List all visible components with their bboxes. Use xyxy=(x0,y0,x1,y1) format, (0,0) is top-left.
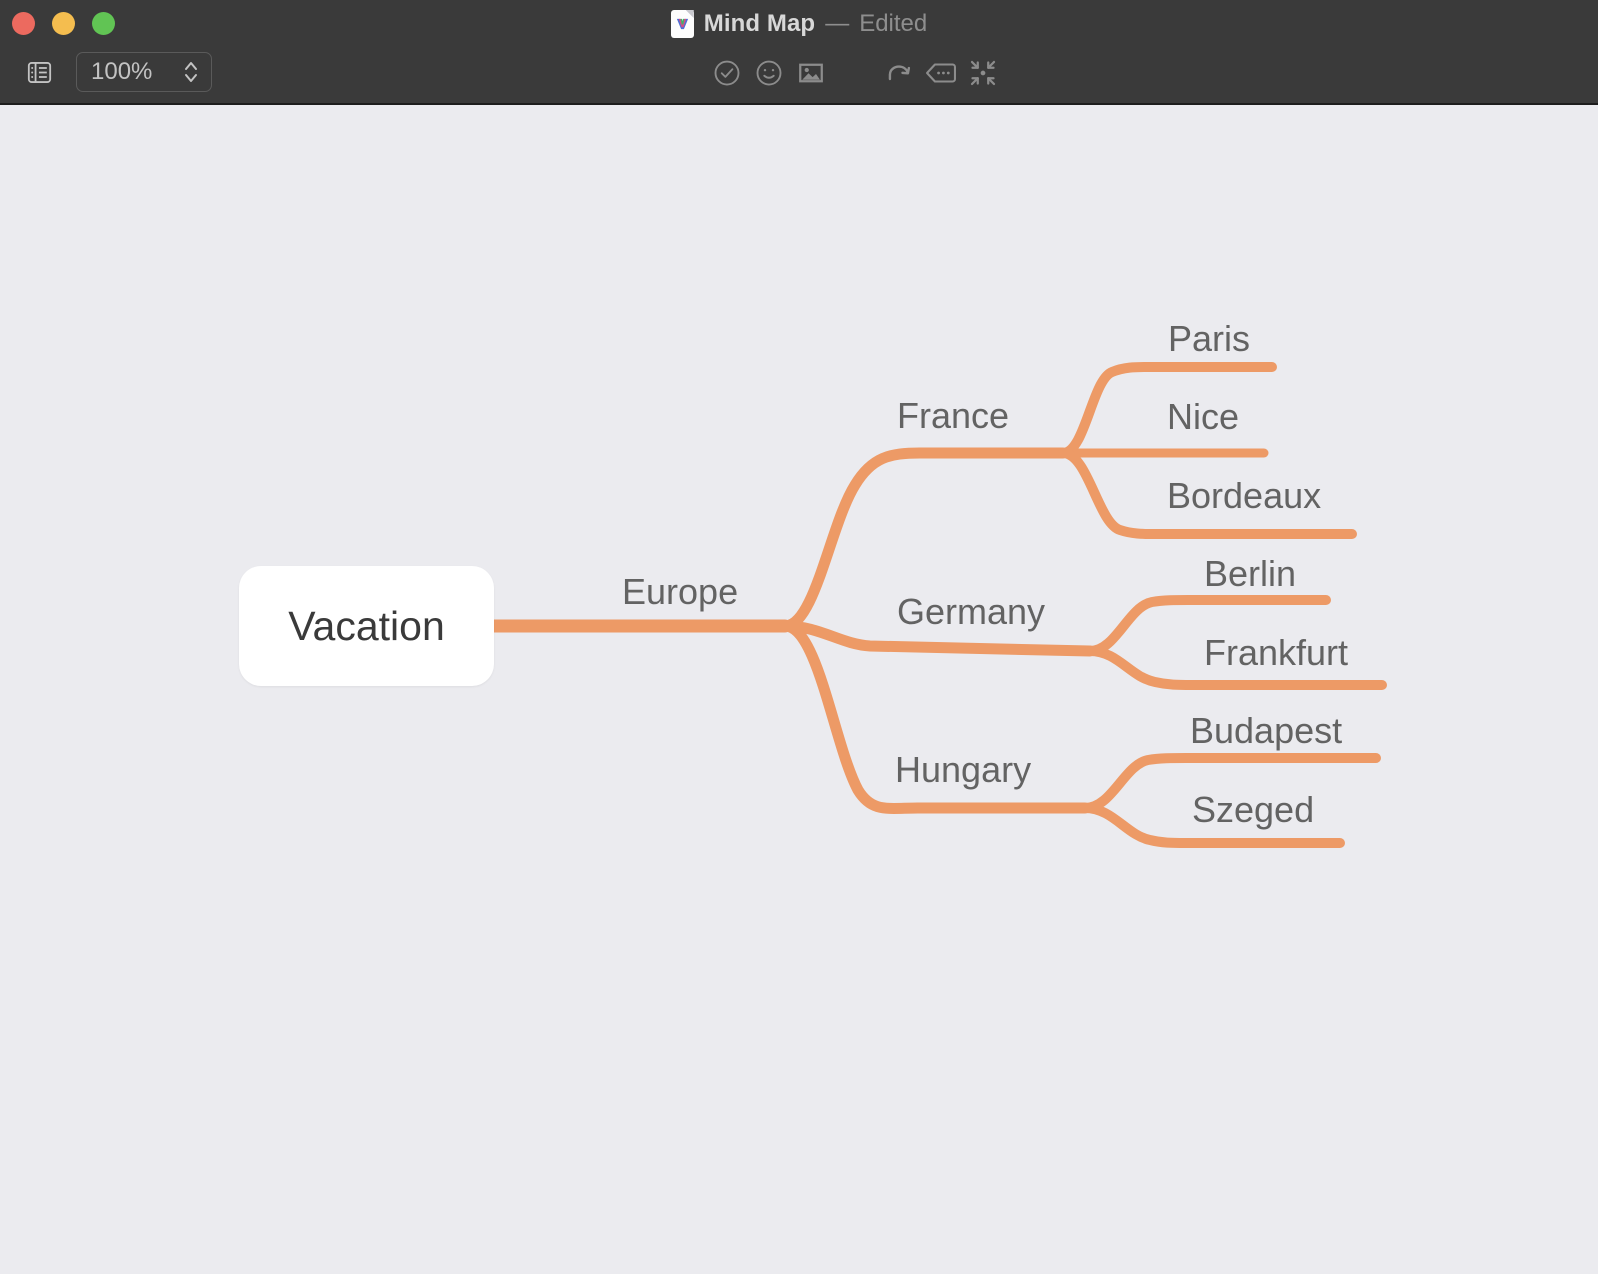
mindmap-node-hungary[interactable]: Hungary xyxy=(895,752,1031,788)
mindmap-canvas[interactable]: Vacation Europe France Paris Nice Bordea… xyxy=(0,105,1598,1274)
window-title-dash: — xyxy=(825,10,850,37)
focus-button[interactable] xyxy=(962,52,1004,94)
minimize-window-button[interactable] xyxy=(52,12,75,35)
image-icon xyxy=(799,63,823,83)
stepper-up-down-icon[interactable] xyxy=(183,59,199,85)
zoom-control-group: 100% xyxy=(24,52,212,92)
window-title-group: Mind Map — Edited xyxy=(0,8,1598,40)
mindmap-node-paris[interactable]: Paris xyxy=(1168,321,1250,357)
smiley-face-icon xyxy=(756,60,782,86)
mindmap-node-germany[interactable]: Germany xyxy=(897,594,1045,630)
focus-collapse-icon xyxy=(970,60,996,86)
redo-button[interactable] xyxy=(878,52,920,94)
maximize-window-button[interactable] xyxy=(92,12,115,35)
redo-arrow-icon xyxy=(888,65,911,81)
close-window-button[interactable] xyxy=(12,12,35,35)
mindmap-node-budapest[interactable]: Budapest xyxy=(1190,713,1342,749)
image-button[interactable] xyxy=(790,52,832,94)
mindmap-branches xyxy=(487,362,1387,848)
comment-bubble-icon xyxy=(926,63,956,83)
mindmap-node-france[interactable]: France xyxy=(897,398,1009,434)
mindmap-node-bordeaux[interactable]: Bordeaux xyxy=(1167,478,1321,514)
window-edited-status: Edited xyxy=(859,10,928,37)
mindmap-node-frankfurt[interactable]: Frankfurt xyxy=(1204,635,1348,671)
toolbar-actions xyxy=(706,52,1004,94)
app-logo-icon xyxy=(676,18,688,30)
mindmap-node-nice[interactable]: Nice xyxy=(1167,399,1239,435)
traffic-lights xyxy=(12,12,115,35)
note-button[interactable] xyxy=(920,52,962,94)
task-button[interactable] xyxy=(706,52,748,94)
stepper-arrows-glyph xyxy=(185,62,197,82)
mindmap-node-berlin[interactable]: Berlin xyxy=(1204,556,1296,592)
checkmark-circle-icon xyxy=(714,60,740,86)
titlebar: Mind Map — Edited 100% xyxy=(0,0,1598,105)
mindmap-node-szeged[interactable]: Szeged xyxy=(1192,792,1314,828)
mindmap-root-node[interactable]: Vacation xyxy=(239,566,494,686)
mindmap-root-label: Vacation xyxy=(288,602,445,649)
zoom-level-value: 100% xyxy=(91,58,153,85)
document-icon xyxy=(670,10,694,38)
app-window: Mind Map — Edited 100% Vacation Europe F… xyxy=(0,0,1598,1274)
sticker-button[interactable] xyxy=(748,52,790,94)
mindmap-node-europe[interactable]: Europe xyxy=(622,574,738,610)
sidebar-list-icon[interactable] xyxy=(24,57,54,87)
zoom-stepper[interactable]: 100% xyxy=(76,52,212,92)
window-title: Mind Map xyxy=(703,10,816,37)
sidebar-list-glyph xyxy=(27,61,51,83)
